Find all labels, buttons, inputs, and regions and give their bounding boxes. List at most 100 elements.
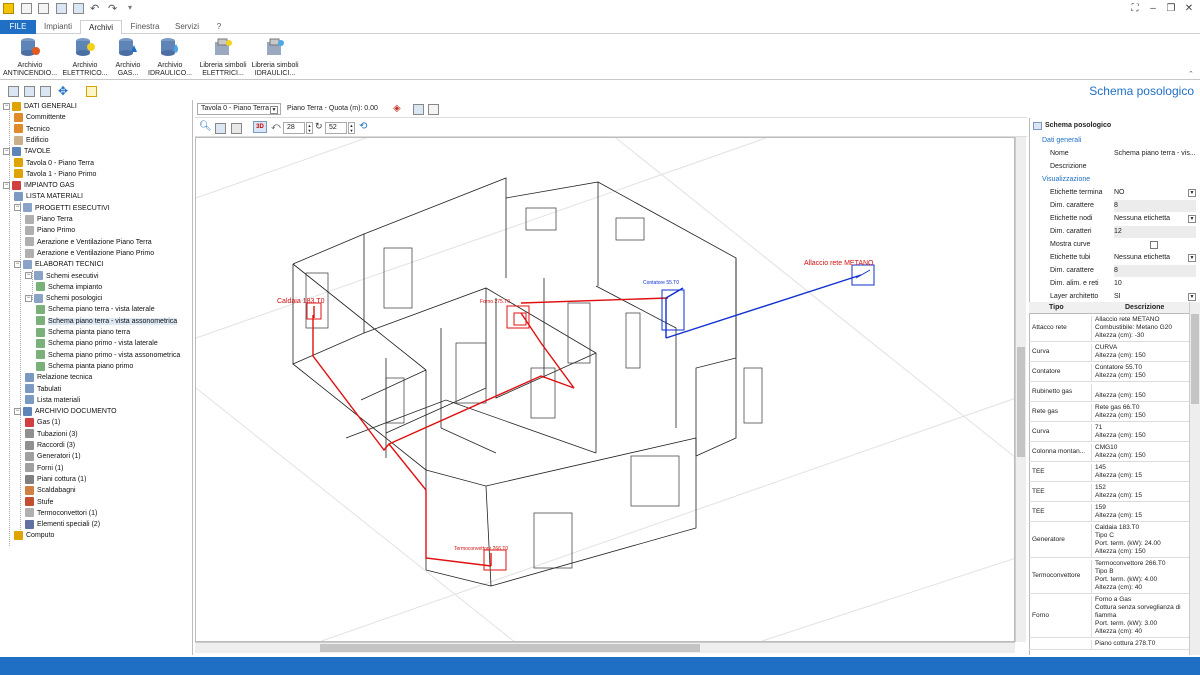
prop-dim-alim-reti[interactable]: Dim. alim. e reti 10 <box>1030 278 1198 290</box>
rot-x-field[interactable]: 28 <box>283 122 305 134</box>
tab-help[interactable]: ? <box>208 20 230 34</box>
tree-item[interactable]: Stufe <box>25 497 53 508</box>
table-row[interactable]: Attacco rete Allaccio rete METANO Combust… <box>1029 314 1189 342</box>
tree-item[interactable]: Tecnico <box>14 124 50 135</box>
tree-item[interactable]: Gas (1) <box>25 417 60 428</box>
tree-item[interactable]: Aerazione e Ventilazione Piano Terra <box>25 237 152 248</box>
table-row[interactable]: TEE 145 Altezza (cm): 15 <box>1029 462 1189 482</box>
tree-item[interactable]: Tubazioni (3) <box>25 429 78 440</box>
mostra-curve-checkbox[interactable] <box>1150 241 1158 249</box>
redo-icon[interactable]: ↷ <box>108 2 117 15</box>
rot-x-stepper[interactable]: ▲ ▼ <box>306 122 313 134</box>
table-row[interactable]: TEE 159 Altezza (cm): 15 <box>1029 502 1189 522</box>
tree-item[interactable]: Generatori (1) <box>25 451 81 462</box>
tab-impianti[interactable]: Impianti <box>38 20 78 34</box>
tree-collapse-toggle[interactable]: − <box>25 294 32 302</box>
tree-item[interactable]: − IMPIANTO GAS <box>3 180 74 191</box>
libreria-elettrici-button[interactable]: Libreria simboli ELETTRICI... <box>198 37 248 79</box>
tree-item[interactable]: Schema piano primo - vista assonometrica <box>36 350 180 361</box>
scroll-thumb[interactable] <box>1191 314 1199 404</box>
tree-item[interactable]: Lista materiali <box>25 395 80 406</box>
rot-y-field[interactable]: 52 <box>325 122 347 134</box>
chevron-down-icon[interactable]: ▼ <box>1188 189 1196 197</box>
pan-icon[interactable] <box>231 123 242 134</box>
tree-item[interactable]: Committente <box>14 112 66 123</box>
tree-item[interactable]: Schema pianta piano terra <box>36 327 130 338</box>
tree-item[interactable]: Schema piano primo - vista laterale <box>36 338 158 349</box>
tree-item[interactable]: Elementi speciali (2) <box>25 519 100 530</box>
layer-icon[interactable]: ◈ <box>393 103 401 114</box>
table-row[interactable]: Piano cottura 278.T0 <box>1029 638 1189 650</box>
tree-item[interactable]: Raccordi (3) <box>25 440 75 451</box>
tree-item[interactable]: Aerazione e Ventilazione Piano Primo <box>25 248 154 259</box>
table-row[interactable]: Forno Forno a Gas Cottura senza sorveglia… <box>1029 594 1189 638</box>
tree-item[interactable]: Tavola 0 - Piano Terra <box>14 158 94 169</box>
tree-collapse-toggle[interactable]: − <box>3 102 10 110</box>
tree-item[interactable]: − DATI GENERALI <box>3 101 77 112</box>
tree-item[interactable]: Schema impianto <box>36 282 102 293</box>
rotate-y-icon[interactable]: ↻ <box>315 121 323 132</box>
prop-etichette-nodi[interactable]: Etichette nodi Nessuna etichetta ▼ <box>1030 213 1198 225</box>
3d-view-button[interactable]: 3D <box>253 121 267 133</box>
libreria-idraulici-button[interactable]: Libreria simboli IDRAULICI... <box>250 37 300 79</box>
minimize-icon[interactable]: – <box>1144 2 1162 16</box>
zoom-window-icon[interactable] <box>215 123 226 134</box>
section-dati-generali[interactable]: Dati generali <box>1030 135 1198 147</box>
chevron-down-icon[interactable]: ▼ <box>1188 254 1196 262</box>
tree-item[interactable]: − ELABORATI TECNICI <box>14 259 104 270</box>
scroll-thumb[interactable] <box>1017 347 1025 457</box>
rotate-x-icon[interactable]: ⤺ <box>271 121 281 132</box>
tree-collapse-toggle[interactable]: − <box>3 181 10 189</box>
save-icon[interactable] <box>56 3 67 14</box>
panel-toggle-icon[interactable] <box>86 86 97 97</box>
archivio-elettrico-button[interactable]: Archivio ELETTRICO... <box>60 37 110 79</box>
tree-item[interactable]: Termoconvettori (1) <box>25 508 97 519</box>
scroll-thumb[interactable] <box>320 644 700 652</box>
zoom-icon[interactable]: 🔍︎ <box>199 121 212 132</box>
tab-file[interactable]: FILE <box>0 20 36 34</box>
prop-mostra-curve[interactable]: Mostra curve <box>1030 239 1198 251</box>
table-row[interactable]: Contatore Contatore 55.T0 Altezza (cm): 1… <box>1029 362 1189 382</box>
archivio-antincendio-button[interactable]: Archivio ANTINCENDIO... <box>2 37 58 79</box>
prop-descrizione[interactable]: Descrizione <box>1030 161 1198 173</box>
tree-refresh-icon[interactable] <box>40 86 51 97</box>
tree-expand-icon[interactable] <box>8 86 19 97</box>
tree-item[interactable]: Piano Terra <box>25 214 73 225</box>
table-row[interactable]: TEE 152 Altezza (cm): 15 <box>1029 482 1189 502</box>
undo-icon[interactable]: ↶ <box>90 2 99 15</box>
open-file-icon[interactable] <box>38 3 49 14</box>
table-row[interactable]: Curva 71 Altezza (cm): 150 <box>1029 422 1189 442</box>
prop-dim-caratteri[interactable]: Dim. caratteri 12 <box>1030 226 1198 238</box>
section-visualizzazione[interactable]: Visualizzazione <box>1030 174 1198 186</box>
table-row[interactable]: Colonna montan... CMG10 Altezza (cm): 150 <box>1029 442 1189 462</box>
archivio-idraulico-button[interactable]: Archivio IDRAULICO... <box>146 37 194 79</box>
chevron-down-icon[interactable]: ▼ <box>1188 293 1196 301</box>
tree-item[interactable]: − PROGETTI ESECUTIVI <box>14 203 110 214</box>
prop-nome[interactable]: Nome Schema piano terra - vis... <box>1030 148 1198 160</box>
drawing-viewport[interactable]: Caldaia 183.T0 Forno 275.T0 Contatore 55… <box>195 137 1015 642</box>
tree-item[interactable]: Schema piano terra - vista laterale <box>36 304 155 315</box>
table-row[interactable]: Rubinetto gas Altezza (cm): 150 <box>1029 382 1189 402</box>
table-vertical-scrollbar[interactable] <box>1189 302 1200 655</box>
tab-servizi[interactable]: Servizi <box>168 20 206 34</box>
prop-dim-carattere[interactable]: Dim. carattere 8 <box>1030 200 1198 212</box>
tab-finestra[interactable]: Finestra <box>124 20 166 34</box>
tree-collapse-toggle[interactable]: − <box>3 147 10 155</box>
tree-collapse-toggle[interactable]: − <box>25 272 32 280</box>
move-icon[interactable]: ✥ <box>58 84 68 98</box>
maximize-icon[interactable]: ❐ <box>1162 2 1180 16</box>
tree-collapse-toggle[interactable]: − <box>14 260 21 268</box>
column-header-tipo[interactable]: Tipo <box>1049 302 1064 314</box>
tavola-select[interactable]: Tavola 0 - Piano Terra ▼ <box>197 103 281 115</box>
tree-item[interactable]: Forni (1) <box>25 463 63 474</box>
new-file-icon[interactable] <box>21 3 32 14</box>
tree-item[interactable]: Edificio <box>14 135 49 146</box>
tree-collapse-toggle[interactable]: − <box>14 407 21 415</box>
tree-collapse-toggle[interactable]: − <box>14 204 21 212</box>
save-view-icon[interactable] <box>413 104 424 115</box>
print-icon[interactable] <box>428 104 439 115</box>
tree-item[interactable]: Relazione tecnica <box>25 372 92 383</box>
tree-item[interactable]: Piani cottura (1) <box>25 474 86 485</box>
tree-item[interactable]: Computo <box>14 530 54 541</box>
tree-item[interactable]: Scaldabagni <box>25 485 76 496</box>
